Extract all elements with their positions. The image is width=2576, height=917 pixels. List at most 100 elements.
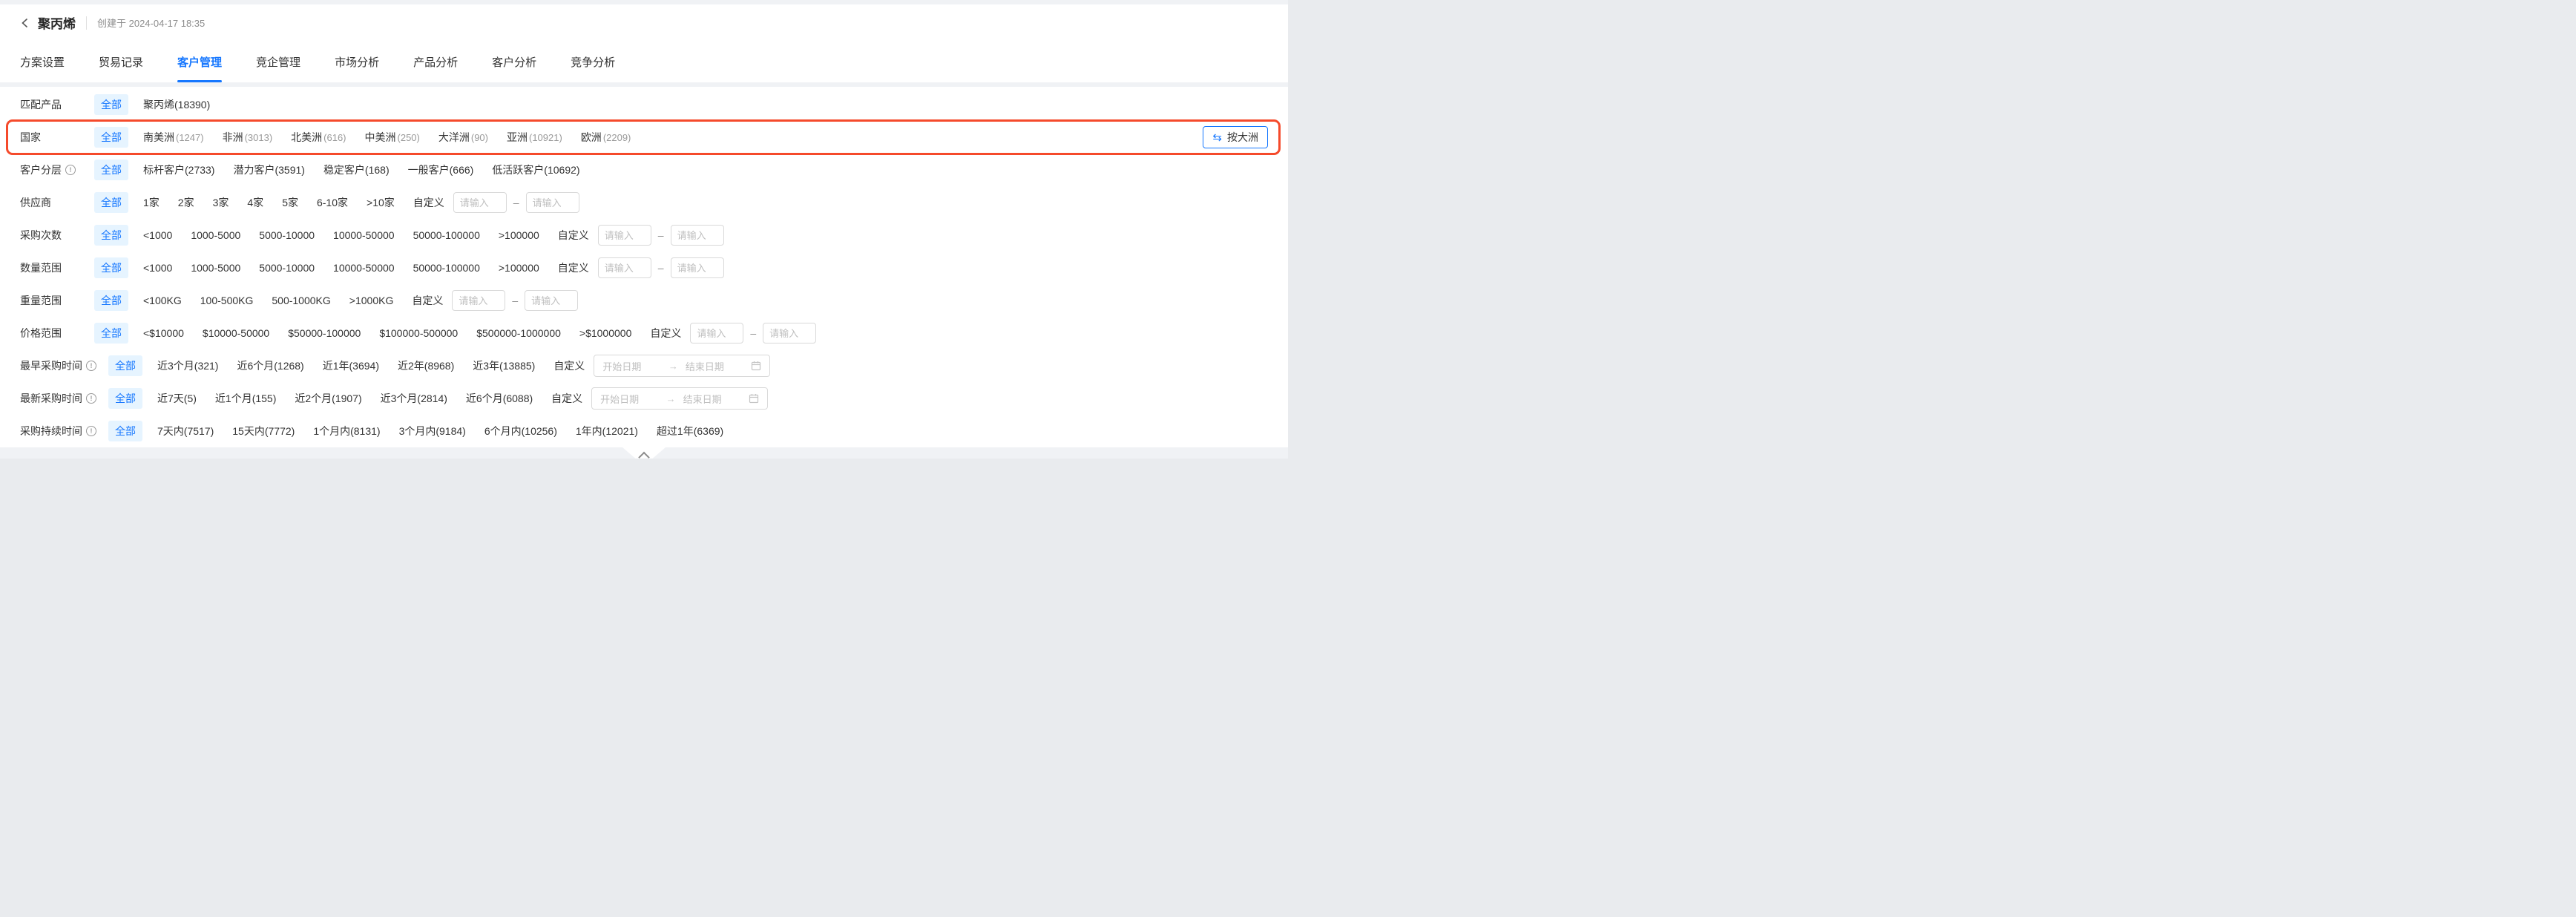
price-range-custom-option[interactable]: 自定义 xyxy=(650,326,681,341)
quantity-range-option-6[interactable]: >100000 xyxy=(499,262,539,274)
latest-purchase-time-daterange-picker[interactable]: 开始日期→结束日期 xyxy=(591,387,768,410)
latest-purchase-time-option-all[interactable]: 全部 xyxy=(108,388,142,409)
tab-customer-management[interactable]: 客户管理 xyxy=(177,41,222,82)
quantity-range-option-1[interactable]: <1000 xyxy=(143,262,172,274)
customer-tier-option-3[interactable]: 稳定客户(168) xyxy=(323,162,390,177)
earliest-purchase-time-daterange-picker[interactable]: 开始日期→结束日期 xyxy=(594,355,770,377)
customer-tier-option-2[interactable]: 潜力客户(3591) xyxy=(233,162,304,177)
suppliers-option-2[interactable]: 2家 xyxy=(178,195,194,210)
tab-trade-records[interactable]: 贸易记录 xyxy=(99,41,143,82)
suppliers-min-input[interactable] xyxy=(453,192,507,213)
latest-purchase-time-option-3[interactable]: 近2个月(1907) xyxy=(295,391,361,406)
weight-range-custom-option[interactable]: 自定义 xyxy=(412,293,443,308)
purchase-count-option-all[interactable]: 全部 xyxy=(94,225,128,246)
latest-purchase-time-option-4[interactable]: 近3个月(2814) xyxy=(381,391,447,406)
customer-tier-option-1[interactable]: 标杆客户(2733) xyxy=(143,162,214,177)
latest-purchase-time-option-2[interactable]: 近1个月(155) xyxy=(215,391,276,406)
weight-range-option-3[interactable]: 500-1000KG xyxy=(272,295,330,306)
purchase-duration-option-6[interactable]: 1年内(12021) xyxy=(576,424,638,438)
weight-range-option-2[interactable]: 100-500KG xyxy=(200,295,254,306)
earliest-purchase-time-option-5[interactable]: 近3年(13885) xyxy=(473,358,535,373)
back-button[interactable] xyxy=(20,18,30,28)
suppliers-option-4[interactable]: 4家 xyxy=(247,195,263,210)
purchase-count-option-3[interactable]: 5000-10000 xyxy=(259,229,315,241)
purchase-duration-option-4[interactable]: 3个月内(9184) xyxy=(399,424,466,438)
quantity-range-option-4[interactable]: 10000-50000 xyxy=(333,262,395,274)
country-option-all[interactable]: 全部 xyxy=(94,127,128,148)
latest-purchase-time-option-5[interactable]: 近6个月(6088) xyxy=(466,391,533,406)
suppliers-custom-option[interactable]: 自定义 xyxy=(413,195,444,210)
info-icon[interactable]: ! xyxy=(65,165,76,175)
purchase-duration-option-7[interactable]: 超过1年(6369) xyxy=(657,424,723,438)
quantity-range-min-input[interactable] xyxy=(598,257,651,278)
price-range-option-1[interactable]: <$10000 xyxy=(143,327,184,339)
earliest-purchase-time-option-all[interactable]: 全部 xyxy=(108,355,142,376)
country-option-6[interactable]: 亚洲(10921) xyxy=(507,130,562,145)
weight-range-min-input[interactable] xyxy=(452,290,505,311)
weight-range-max-input[interactable] xyxy=(525,290,578,311)
tab-plan-settings[interactable]: 方案设置 xyxy=(20,41,65,82)
purchase-duration-option-2[interactable]: 15天内(7772) xyxy=(232,424,295,438)
suppliers-option-6[interactable]: 6-10家 xyxy=(317,195,348,210)
country-option-2[interactable]: 非洲(3013) xyxy=(223,130,273,145)
info-icon[interactable]: ! xyxy=(86,361,96,371)
latest-purchase-time-option-1[interactable]: 近7天(5) xyxy=(157,391,197,406)
price-range-option-5[interactable]: $500000-1000000 xyxy=(476,327,561,339)
purchase-count-custom-option[interactable]: 自定义 xyxy=(558,228,589,243)
customer-tier-option-all[interactable]: 全部 xyxy=(94,160,128,180)
country-option-3[interactable]: 北美洲(616) xyxy=(291,130,346,145)
quantity-range-option-all[interactable]: 全部 xyxy=(94,257,128,278)
price-range-option-4[interactable]: $100000-500000 xyxy=(379,327,458,339)
price-range-min-input[interactable] xyxy=(690,323,743,344)
purchase-duration-option-all[interactable]: 全部 xyxy=(108,421,142,441)
suppliers-option-all[interactable]: 全部 xyxy=(94,192,128,213)
by-continent-button[interactable]: ⇆按大洲 xyxy=(1203,126,1268,148)
weight-range-option-all[interactable]: 全部 xyxy=(94,290,128,311)
suppliers-max-input[interactable] xyxy=(526,192,579,213)
country-option-5[interactable]: 大洋洲(90) xyxy=(438,130,488,145)
tab-customer-analysis[interactable]: 客户分析 xyxy=(492,41,536,82)
info-icon[interactable]: ! xyxy=(86,426,96,436)
price-range-option-2[interactable]: $10000-50000 xyxy=(203,327,269,339)
earliest-purchase-time-custom-option[interactable]: 自定义 xyxy=(553,358,585,373)
purchase-count-option-4[interactable]: 10000-50000 xyxy=(333,229,395,241)
purchase-count-option-1[interactable]: <1000 xyxy=(143,229,172,241)
latest-purchase-time-custom-option[interactable]: 自定义 xyxy=(551,391,582,406)
suppliers-option-1[interactable]: 1家 xyxy=(143,195,160,210)
purchase-duration-option-1[interactable]: 7天内(7517) xyxy=(157,424,214,438)
suppliers-option-3[interactable]: 3家 xyxy=(213,195,229,210)
price-range-option-all[interactable]: 全部 xyxy=(94,323,128,344)
purchase-duration-option-3[interactable]: 1个月内(8131) xyxy=(313,424,380,438)
purchase-count-option-6[interactable]: >100000 xyxy=(499,229,539,241)
purchase-count-option-2[interactable]: 1000-5000 xyxy=(191,229,240,241)
purchase-count-min-input[interactable] xyxy=(598,225,651,246)
price-range-option-3[interactable]: $50000-100000 xyxy=(288,327,361,339)
price-range-max-input[interactable] xyxy=(763,323,816,344)
country-option-1[interactable]: 南美洲(1247) xyxy=(143,130,204,145)
tab-product-analysis[interactable]: 产品分析 xyxy=(413,41,458,82)
price-range-option-6[interactable]: >$1000000 xyxy=(579,327,631,339)
earliest-purchase-time-option-4[interactable]: 近2年(8968) xyxy=(398,358,454,373)
weight-range-option-4[interactable]: >1000KG xyxy=(349,295,394,306)
quantity-range-option-5[interactable]: 50000-100000 xyxy=(413,262,480,274)
customer-tier-option-5[interactable]: 低活跃客户(10692) xyxy=(492,162,579,177)
suppliers-option-7[interactable]: >10家 xyxy=(367,195,395,210)
match-product-option-1[interactable]: 聚丙烯(18390) xyxy=(143,97,210,112)
tab-market-analysis[interactable]: 市场分析 xyxy=(335,41,379,82)
quantity-range-option-3[interactable]: 5000-10000 xyxy=(259,262,315,274)
purchase-count-option-5[interactable]: 50000-100000 xyxy=(413,229,480,241)
weight-range-option-1[interactable]: <100KG xyxy=(143,295,182,306)
tab-competition-analysis[interactable]: 竞争分析 xyxy=(571,41,615,82)
country-option-7[interactable]: 欧洲(2209) xyxy=(581,130,631,145)
purchase-duration-option-5[interactable]: 6个月内(10256) xyxy=(484,424,557,438)
quantity-range-option-2[interactable]: 1000-5000 xyxy=(191,262,240,274)
purchase-count-max-input[interactable] xyxy=(671,225,724,246)
info-icon[interactable]: ! xyxy=(86,393,96,404)
earliest-purchase-time-option-3[interactable]: 近1年(3694) xyxy=(323,358,379,373)
quantity-range-max-input[interactable] xyxy=(671,257,724,278)
customer-tier-option-4[interactable]: 一般客户(666) xyxy=(408,162,474,177)
quantity-range-custom-option[interactable]: 自定义 xyxy=(558,260,589,275)
earliest-purchase-time-option-2[interactable]: 近6个月(1268) xyxy=(237,358,303,373)
earliest-purchase-time-option-1[interactable]: 近3个月(321) xyxy=(157,358,218,373)
tab-competitor-management[interactable]: 竞企管理 xyxy=(256,41,300,82)
